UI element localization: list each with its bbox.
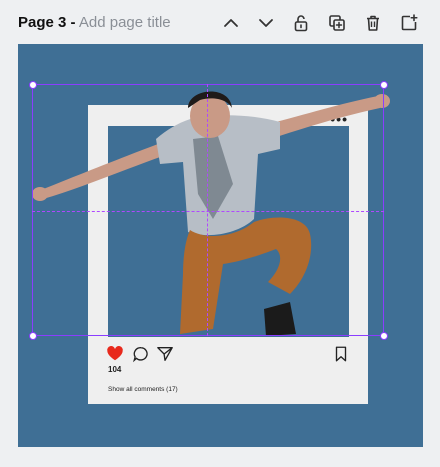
resize-handle-top-left[interactable] [29,81,37,89]
resize-handle-bottom-right[interactable] [380,332,388,340]
heart-icon [107,346,123,361]
share-icon [157,347,173,361]
page-toolbar: Page 3 - Add page title [0,0,440,44]
likes-count: 104 [108,365,122,374]
selection-box[interactable] [32,84,384,336]
resize-handle-top-right[interactable] [380,81,388,89]
horizontal-center-guide [32,211,384,212]
design-canvas[interactable]: ••• 104 Show all comments (17) [18,44,423,447]
bookmark-icon [335,346,347,362]
add-page-icon [401,14,418,31]
trash-icon [367,15,379,31]
delete-page-button[interactable] [360,10,386,36]
resize-handle-bottom-left[interactable] [29,332,37,340]
post-actions [106,345,354,369]
duplicate-icon [329,15,345,31]
show-comments-link: Show all comments (17) [108,386,178,393]
page-number: Page 3 [18,14,67,31]
title-separator: - [70,14,76,31]
page-title[interactable]: Page 3 - Add page title [18,13,171,33]
comment-icon [133,347,148,363]
page-title-input[interactable]: Add page title [79,14,171,31]
add-page-button[interactable] [396,10,422,36]
unlock-icon [294,15,308,32]
duplicate-page-button[interactable] [324,10,350,36]
move-page-up-button[interactable] [218,10,244,36]
chevron-up-icon [224,19,238,27]
chevron-down-icon [259,19,273,27]
lock-page-button[interactable] [288,10,314,36]
vertical-center-guide [207,84,208,336]
move-page-down-button[interactable] [253,10,279,36]
